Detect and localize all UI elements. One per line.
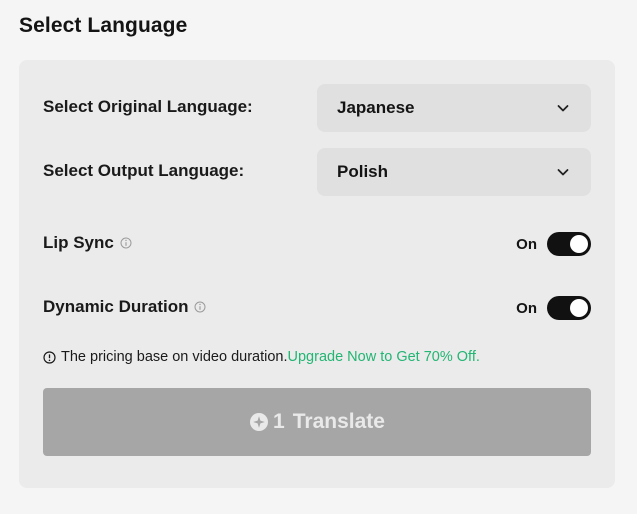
credit-coin-icon — [249, 412, 269, 432]
pricing-notice-text: The pricing base on video duration. — [61, 349, 288, 365]
original-language-value: Japanese — [337, 98, 415, 117]
lip-sync-row-label: Lip Sync — [43, 233, 132, 253]
translate-button-label: Translate — [292, 410, 385, 433]
dynamic-duration-row-label: Dynamic Duration — [43, 297, 206, 317]
chevron-down-icon — [555, 164, 571, 180]
pricing-notice: The pricing base on video duration. Upgra… — [43, 349, 480, 365]
section-title: Select Language — [19, 14, 188, 37]
info-icon[interactable] — [120, 237, 132, 249]
chevron-down-icon — [555, 100, 571, 116]
lip-sync-label: Lip Sync — [43, 233, 114, 252]
upgrade-link[interactable]: Upgrade Now to Get 70% Off. — [288, 349, 480, 365]
toggle-knob — [570, 235, 588, 253]
lip-sync-state-label: On — [516, 235, 537, 253]
lip-sync-toggle[interactable] — [547, 232, 591, 256]
output-language-label: Select Output Language: — [43, 161, 245, 180]
output-language-value: Polish — [337, 162, 389, 181]
dynamic-duration-label: Dynamic Duration — [43, 297, 189, 316]
dynamic-duration-state-label: On — [516, 299, 537, 317]
original-language-label: Select Original Language: — [43, 97, 253, 116]
alert-circle-icon — [43, 350, 56, 364]
dynamic-duration-toggle-group: On — [516, 296, 591, 320]
translate-credit-count: 1 — [273, 410, 285, 433]
toggle-knob — [570, 299, 588, 317]
original-language-select[interactable]: Japanese — [317, 84, 591, 132]
info-icon[interactable] — [194, 301, 206, 313]
dynamic-duration-toggle[interactable] — [547, 296, 591, 320]
lip-sync-toggle-group: On — [516, 232, 591, 256]
translate-button[interactable]: 1 Translate — [43, 388, 591, 456]
output-language-select[interactable]: Polish — [317, 148, 591, 196]
language-panel: Select Original Language: Japanese Selec… — [19, 60, 615, 488]
